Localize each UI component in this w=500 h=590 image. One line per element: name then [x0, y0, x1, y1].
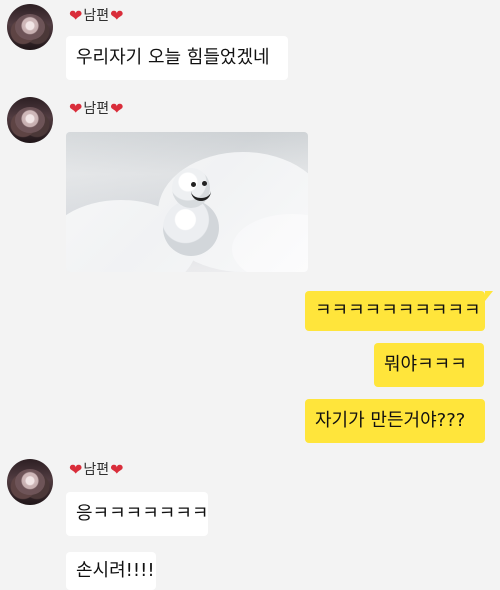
snowman-smile — [191, 188, 211, 201]
outgoing-message: 뭐야ㅋㅋㅋ — [374, 343, 484, 387]
message-text: 손시려!!!! — [76, 560, 155, 581]
snowman-eye — [202, 181, 207, 186]
avatar[interactable] — [7, 4, 53, 50]
heart-icon: ❤ — [69, 460, 83, 479]
outgoing-message: 자기가 만든거야??? — [305, 399, 485, 443]
sender-name: 남편 — [83, 101, 110, 117]
snowman-eye — [191, 182, 196, 187]
incoming-message: 응ㅋㅋㅋㅋㅋㅋㅋ — [66, 492, 208, 536]
avatar[interactable] — [7, 459, 53, 505]
message-text: 자기가 만든거야??? — [315, 410, 466, 431]
avatar[interactable] — [7, 97, 53, 143]
sender-name-row: ❤남편❤ — [68, 462, 125, 478]
snowman-head — [172, 168, 211, 208]
sender-name: 남편 — [83, 462, 110, 478]
sender-name: 남편 — [83, 8, 110, 24]
snowman-body — [163, 200, 219, 256]
snowman-photo[interactable] — [66, 132, 308, 272]
message-text: ㅋㅋㅋㅋㅋㅋㅋㅋㅋㅋ — [315, 300, 481, 321]
incoming-message: 손시려!!!! — [66, 552, 156, 590]
heart-icon: ❤ — [110, 6, 124, 25]
sender-name-row: ❤남편❤ — [68, 101, 125, 117]
heart-icon: ❤ — [110, 460, 124, 479]
message-text: 응ㅋㅋㅋㅋㅋㅋㅋ — [76, 503, 209, 524]
outgoing-message: ㅋㅋㅋㅋㅋㅋㅋㅋㅋㅋ — [305, 291, 493, 331]
heart-icon: ❤ — [69, 99, 83, 118]
incoming-message: 우리자기 오늘 힘들었겠네 — [66, 36, 288, 80]
heart-icon: ❤ — [110, 99, 124, 118]
message-text: 우리자기 오늘 힘들었겠네 — [76, 47, 270, 68]
snowman — [163, 168, 219, 260]
sender-name-row: ❤남편❤ — [68, 8, 125, 24]
message-text: 뭐야ㅋㅋㅋ — [384, 354, 467, 375]
heart-icon: ❤ — [69, 6, 83, 25]
